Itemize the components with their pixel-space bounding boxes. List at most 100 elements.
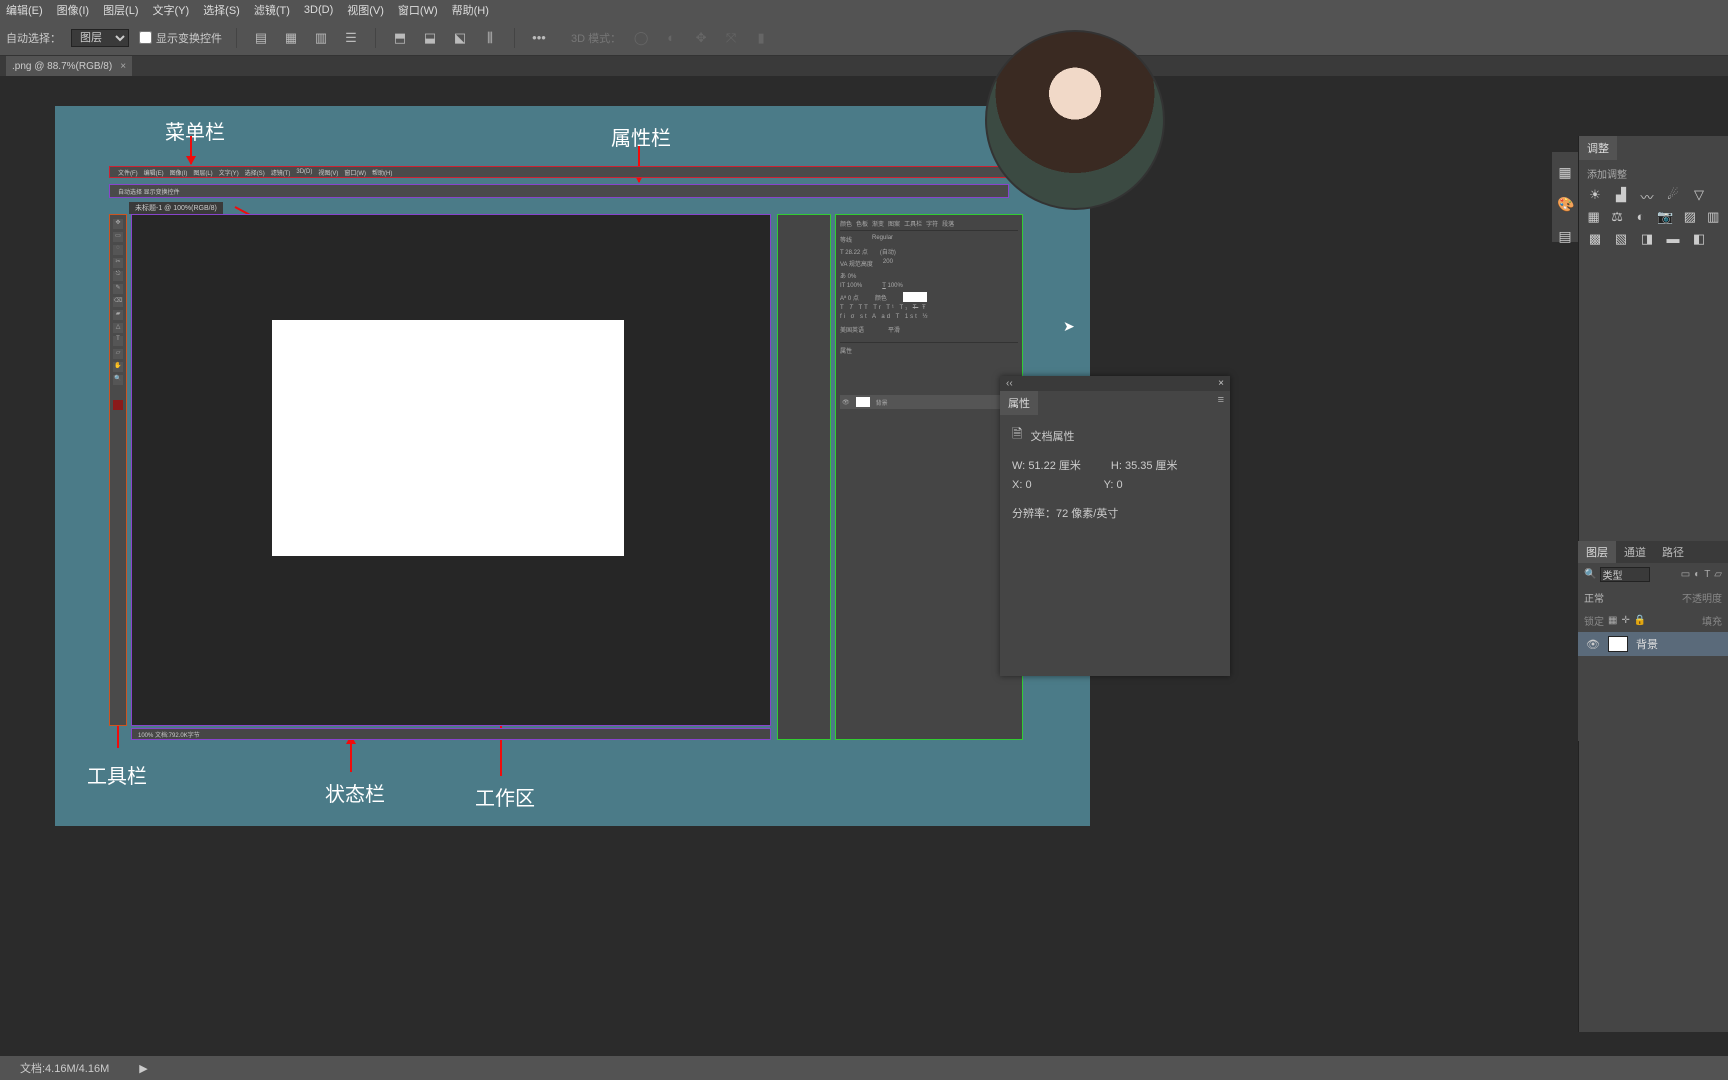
x-value: 0 bbox=[1025, 479, 1031, 491]
tool-icon: ✋ bbox=[113, 362, 123, 372]
lock-pos-icon[interactable]: ✛ bbox=[1621, 615, 1629, 626]
inner-toolbar: ✥ ▭ ◌ ✂ ⎋ ✎ ⌫ ▰ △ T ▱ ✋ 🔍 bbox=[109, 214, 127, 726]
panel-header[interactable]: ‹‹ × bbox=[1000, 376, 1230, 391]
options-bar: 自动选择： 图层 显示变换控件 ▤ ▦ ▥ ☰ ⬒ ⬓ ⬕ ⫼ ••• 3D 模… bbox=[0, 20, 1728, 56]
y-value: 0 bbox=[1116, 479, 1122, 491]
panel-menu-icon[interactable]: ≡ bbox=[1218, 394, 1224, 406]
properties-panel[interactable]: ‹‹ × 属性 ≡ 🗎 文档属性 W: 51.22 厘米 H: 35.35 厘米… bbox=[1000, 376, 1230, 676]
visibility-icon[interactable]: 👁 bbox=[1586, 638, 1600, 651]
menu-select[interactable]: 选择(S) bbox=[203, 2, 240, 18]
inner-panel-tab: 段落 bbox=[942, 219, 954, 228]
curves-icon[interactable]: 〰 bbox=[1639, 187, 1655, 203]
blend-mode[interactable]: 正常 bbox=[1584, 590, 1604, 605]
threshold-icon[interactable]: ◨ bbox=[1639, 231, 1655, 247]
eye-icon: 👁 bbox=[842, 399, 850, 406]
menu-help[interactable]: 帮助(H) bbox=[452, 2, 489, 18]
orbit-icon[interactable]: ◯ bbox=[631, 28, 651, 48]
inner-track-val: 200 bbox=[883, 259, 893, 268]
inner-font: 等线 bbox=[840, 235, 852, 244]
lookup-icon[interactable]: ▥ bbox=[1707, 209, 1720, 225]
swatches-icon[interactable]: ▤ bbox=[1557, 228, 1573, 244]
selective-icon[interactable]: ◧ bbox=[1691, 231, 1707, 247]
distribute-icon[interactable]: ⫼ bbox=[480, 28, 500, 48]
lock-all-icon[interactable]: 🔒 bbox=[1634, 615, 1646, 626]
align-stack-icon[interactable]: ☰ bbox=[341, 28, 361, 48]
align-center-h-icon[interactable]: ▦ bbox=[281, 28, 301, 48]
menu-3d[interactable]: 3D(D) bbox=[304, 4, 333, 16]
photo-filter-icon[interactable]: 📷 bbox=[1657, 209, 1673, 225]
slide-icon[interactable]: ⤧ bbox=[721, 28, 741, 48]
tool-icon: ◌ bbox=[113, 245, 123, 255]
menu-edit[interactable]: 编辑(E) bbox=[6, 2, 43, 18]
align-bottom-icon[interactable]: ⬕ bbox=[450, 28, 470, 48]
vibrance-icon[interactable]: ▽ bbox=[1691, 187, 1707, 203]
arrow-icon bbox=[190, 136, 192, 164]
inner-statusbar: 100% 文档:792.0K字节 bbox=[131, 728, 771, 740]
gradient-map-icon[interactable]: ▬ bbox=[1665, 231, 1681, 247]
lock-pixel-icon[interactable]: ▦ bbox=[1608, 615, 1617, 626]
brightness-icon[interactable]: ☀ bbox=[1587, 187, 1603, 203]
color-icon[interactable]: 🎨 bbox=[1557, 196, 1573, 212]
align-right-icon[interactable]: ▥ bbox=[311, 28, 331, 48]
doc-size: 文档:4.16M/4.16M bbox=[20, 1060, 109, 1076]
camera-icon[interactable]: ▮ bbox=[751, 28, 771, 48]
bw-icon[interactable]: ◐ bbox=[1634, 209, 1647, 225]
menu-filter[interactable]: 滤镜(T) bbox=[254, 2, 290, 18]
adjustments-tab[interactable]: 调整 bbox=[1579, 136, 1617, 160]
menu-type[interactable]: 文字(Y) bbox=[153, 2, 190, 18]
show-transform-label: 显示变换控件 bbox=[156, 30, 222, 46]
tab-layers[interactable]: 图层 bbox=[1578, 541, 1616, 563]
inner-color-lbl: 颜色 bbox=[875, 293, 887, 302]
inner-tab: 未标题-1 @ 100%(RGB/8) bbox=[129, 202, 223, 214]
properties-tab[interactable]: 属性 bbox=[1000, 391, 1038, 415]
document-tab[interactable]: .png @ 88.7%(RGB/8) × bbox=[6, 56, 132, 76]
posterize-icon[interactable]: ▧ bbox=[1613, 231, 1629, 247]
more-icon[interactable]: ••• bbox=[529, 28, 549, 48]
layer-filter-input[interactable] bbox=[1600, 567, 1650, 582]
tool-icon: ▭ bbox=[113, 232, 123, 242]
tab-paths[interactable]: 路径 bbox=[1654, 541, 1692, 563]
filter-adj-icon[interactable]: ◐ bbox=[1694, 569, 1700, 580]
mixer-icon[interactable]: ▨ bbox=[1683, 209, 1696, 225]
menu-image[interactable]: 图像(I) bbox=[57, 2, 89, 18]
w-label: W: bbox=[1012, 460, 1025, 472]
layers-tabs: 图层 通道 路径 bbox=[1578, 541, 1728, 563]
show-transform-checkbox[interactable]: 显示变换控件 bbox=[139, 30, 222, 46]
statusbar-arrow-icon[interactable]: ▶ bbox=[139, 1062, 147, 1075]
history-icon[interactable]: ▦ bbox=[1557, 164, 1573, 180]
inner-panel-tab: 图案 bbox=[888, 219, 900, 228]
menu-window[interactable]: 窗口(W) bbox=[398, 2, 438, 18]
inner-document bbox=[272, 320, 624, 556]
filter-shape-icon[interactable]: ▱ bbox=[1714, 569, 1722, 580]
pan-icon[interactable]: ✥ bbox=[691, 28, 711, 48]
exposure-icon[interactable]: ☄ bbox=[1665, 187, 1681, 203]
tab-close-icon[interactable]: × bbox=[120, 61, 126, 72]
align-top-icon[interactable]: ⬒ bbox=[390, 28, 410, 48]
inner-panels: 颜色 色板 渐变 图案 工具栏 字符 段落 等线 Regular T 28.22… bbox=[835, 214, 1023, 740]
fill-label: 填充 bbox=[1702, 613, 1722, 628]
collapse-icon[interactable]: ‹‹ bbox=[1006, 378, 1013, 389]
filter-type-icon[interactable]: T bbox=[1704, 569, 1710, 580]
autoselect-dropdown[interactable]: 图层 bbox=[71, 29, 129, 47]
doc-props-label: 文档属性 bbox=[1030, 428, 1074, 444]
tool-icon: ✎ bbox=[113, 284, 123, 294]
roll-icon[interactable]: ◐ bbox=[661, 28, 681, 48]
inner-aa: 平滑 bbox=[888, 325, 900, 334]
hue-icon[interactable]: ▦ bbox=[1587, 209, 1600, 225]
close-icon[interactable]: × bbox=[1218, 378, 1224, 389]
menu-layer[interactable]: 图层(L) bbox=[103, 2, 138, 18]
balance-icon[interactable]: ⚖ bbox=[1610, 209, 1623, 225]
layer-row[interactable]: 👁 背景 bbox=[1578, 632, 1728, 656]
align-middle-icon[interactable]: ⬓ bbox=[420, 28, 440, 48]
menu-view[interactable]: 视图(V) bbox=[347, 2, 384, 18]
filter-image-icon[interactable]: ▭ bbox=[1681, 569, 1690, 580]
invert-icon[interactable]: ▩ bbox=[1587, 231, 1603, 247]
fg-color-icon bbox=[113, 400, 123, 410]
panel-icon-strip: ▦ 🎨 ▤ bbox=[1552, 152, 1578, 242]
tab-channels[interactable]: 通道 bbox=[1616, 541, 1654, 563]
align-left-icon[interactable]: ▤ bbox=[251, 28, 271, 48]
show-transform-input[interactable] bbox=[139, 31, 152, 44]
lock-label: 锁定 bbox=[1584, 613, 1604, 628]
levels-icon[interactable]: ▟ bbox=[1613, 187, 1629, 203]
inner-pct2: 100% bbox=[847, 283, 862, 289]
